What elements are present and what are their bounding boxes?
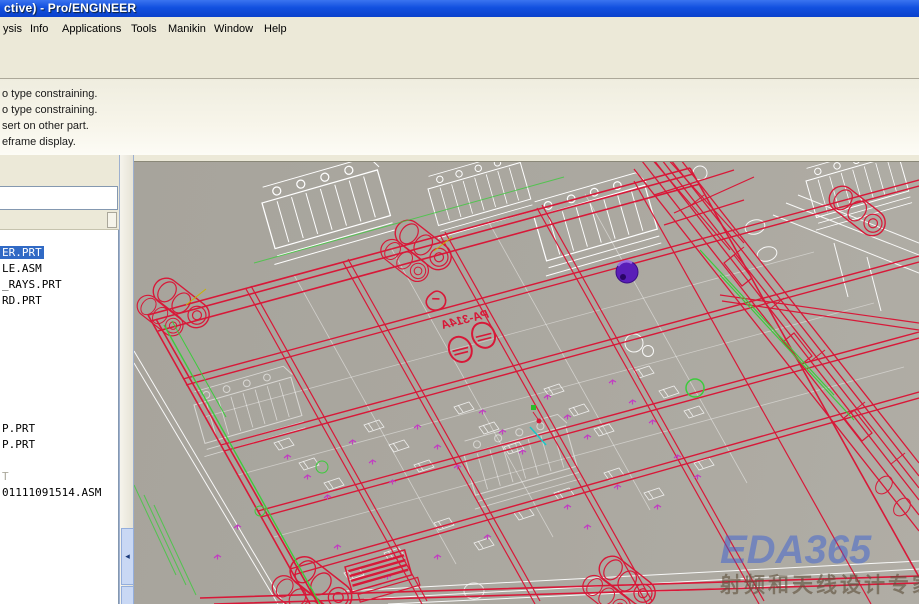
tree-item[interactable]: LE.ASM (0, 262, 44, 276)
model-tree-filter-box[interactable] (0, 186, 118, 210)
title-bar: ctive) - Pro/ENGINEER (0, 0, 919, 17)
menu-bar: ysis Info Applications Tools Manikin Win… (0, 17, 919, 42)
canvas-top-strip (134, 155, 919, 162)
sash-collapse-button[interactable]: ◂ (121, 528, 134, 585)
wireframe-model: PA-314A (134, 155, 919, 604)
model-tree-header (0, 210, 119, 230)
mold-text: PA-314A (440, 307, 490, 332)
window-title: ctive) - Pro/ENGINEER (4, 1, 137, 15)
tree-item[interactable]: 01111091514.ASM (0, 486, 103, 500)
navigator-sash[interactable]: ◂ (119, 155, 134, 604)
message-line: o type constraining. (2, 104, 98, 116)
model-tree-panel: ER.PRT LE.ASM _RAYS.PRT RD.PRT P.PRT P.P… (0, 155, 119, 604)
message-area: o type constraining. o type constraining… (0, 78, 919, 156)
menu-item-manikin[interactable]: Manikin (165, 22, 209, 36)
menu-item-help[interactable]: Help (261, 22, 290, 36)
menu-item-info[interactable]: Info (27, 22, 51, 36)
tree-item[interactable]: T (0, 470, 11, 484)
red-cylinder-assemblies (134, 180, 892, 604)
graphics-area[interactable]: PA-314A EDA365 射频和天线设计专家 (134, 155, 919, 604)
menu-item-applications[interactable]: Applications (59, 22, 124, 36)
message-line: o type constraining. (2, 88, 98, 100)
white-detail-boxes (273, 365, 715, 581)
tree-item[interactable]: RD.PRT (0, 294, 44, 308)
tree-item[interactable]: P.PRT (0, 438, 37, 452)
main-toolbar: Copy Geometry... (0, 42, 919, 116)
message-line: eframe display. (2, 136, 76, 148)
proe-window: ctive) - Pro/ENGINEER ysis Info Applicat… (0, 0, 919, 604)
sash-thumb[interactable] (121, 586, 134, 604)
model-tree-list: ER.PRT LE.ASM _RAYS.PRT RD.PRT P.PRT P.P… (0, 230, 119, 604)
tree-item[interactable]: _RAYS.PRT (0, 278, 64, 292)
menu-item-window[interactable]: Window (211, 22, 256, 36)
mold-markings: PA-314A (425, 290, 497, 363)
tree-item[interactable]: ER.PRT (0, 246, 44, 260)
message-line: sert on other part. (2, 120, 89, 132)
green-accents (134, 176, 855, 604)
tree-header-button[interactable] (107, 212, 117, 228)
menu-item-tools[interactable]: Tools (128, 22, 160, 36)
purple-component (615, 260, 639, 284)
red-frame (147, 167, 919, 604)
menu-item-analysis[interactable]: ysis (0, 22, 25, 36)
tree-item[interactable]: P.PRT (0, 422, 37, 436)
